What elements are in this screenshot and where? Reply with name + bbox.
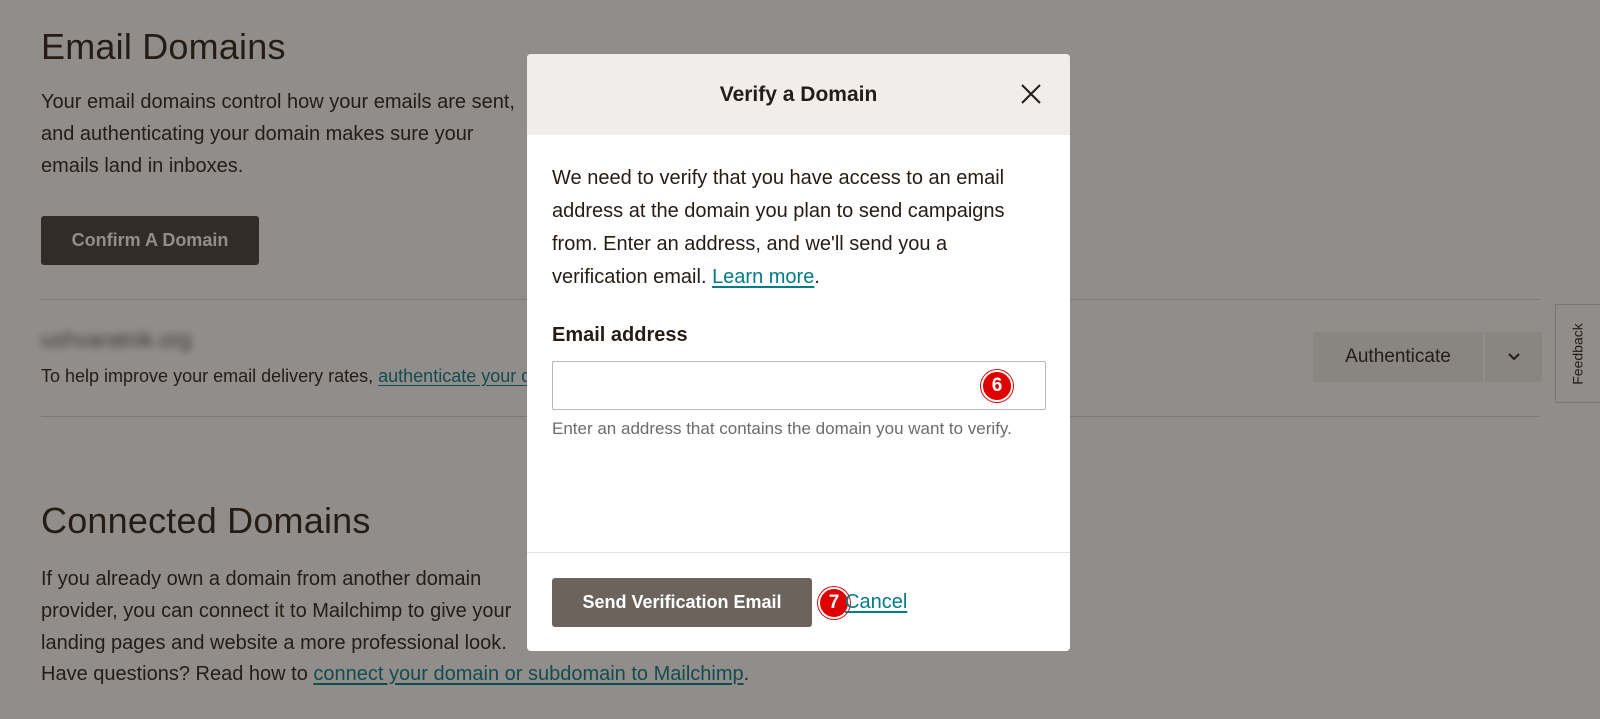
verify-domain-modal: Verify a Domain We need to verify that y… [527, 54, 1070, 651]
cancel-link[interactable]: Cancel [845, 591, 907, 614]
modal-title: Verify a Domain [719, 82, 878, 106]
modal-description-suffix: . [814, 266, 820, 288]
modal-footer: Send Verification Email 7 Cancel [527, 552, 1070, 651]
modal-body: We need to verify that you have access t… [527, 135, 1070, 441]
modal-header: Verify a Domain [527, 54, 1070, 135]
send-verification-email-button[interactable]: Send Verification Email [552, 578, 812, 627]
email-address-label: Email address [552, 324, 688, 346]
modal-description: We need to verify that you have access t… [552, 162, 1045, 294]
email-input-wrapper: 6 [552, 361, 1046, 410]
email-helper-text: Enter an address that contains the domai… [552, 419, 1012, 438]
learn-more-link[interactable]: Learn more [712, 266, 814, 288]
email-address-input[interactable] [552, 361, 1046, 410]
close-icon [1021, 84, 1041, 104]
close-button[interactable] [1016, 79, 1046, 109]
step-marker-6: 6 [981, 370, 1013, 402]
